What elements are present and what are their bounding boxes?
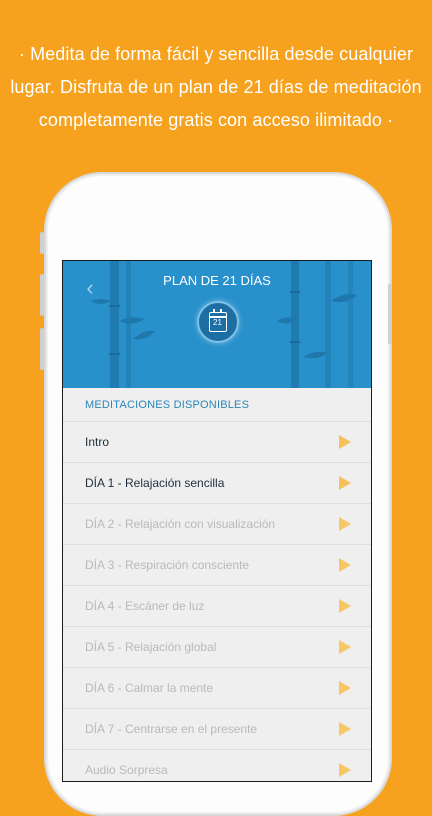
phone-mute-switch — [40, 232, 44, 254]
phone-volume-up — [40, 274, 44, 316]
list-item-label: DÍA 5 - Relajación global — [85, 639, 217, 654]
list-item[interactable]: DÍA 5 - Relajación global — [63, 626, 371, 667]
phone-volume-down — [40, 328, 44, 370]
calendar-badge: 21 — [197, 301, 239, 343]
play-icon[interactable] — [339, 722, 351, 736]
play-icon[interactable] — [339, 763, 351, 777]
play-icon[interactable] — [339, 558, 351, 572]
list-item-label: Audio Sorpresa — [85, 762, 168, 777]
promo-line-2: lugar. Disfruta de un plan de 21 días de… — [10, 77, 422, 97]
list-item-label: DÍA 4 - Escáner de luz — [85, 598, 205, 613]
list-item-label: Intro — [85, 434, 110, 449]
promo-line-1: · Medita de forma fácil y sencilla desde… — [18, 44, 414, 64]
play-icon[interactable] — [339, 681, 351, 695]
list-item[interactable]: DÍA 7 - Centrarse en el presente — [63, 708, 371, 749]
list-item-label: DÍA 1 - Relajación sencilla — [85, 475, 225, 490]
list-item-label: DÍA 3 - Respiración consciente — [85, 557, 250, 572]
list-item[interactable]: DÍA 3 - Respiración consciente — [63, 544, 371, 585]
list-item-label: DÍA 7 - Centrarse en el presente — [85, 721, 258, 736]
promo-text: · Medita de forma fácil y sencilla desde… — [0, 38, 432, 137]
list-item[interactable]: DÍA 1 - Relajación sencilla — [63, 462, 371, 503]
play-icon[interactable] — [339, 476, 351, 490]
phone-power-button — [388, 284, 392, 344]
list-item[interactable]: DÍA 4 - Escáner de luz — [63, 585, 371, 626]
app-screen: ‹ PLAN DE 21 DÍAS 21 MEDITACIONES DISPON… — [62, 260, 372, 782]
calendar-icon: 21 — [208, 309, 227, 332]
list-item-label: DÍA 2 - Relajación con visualización — [85, 516, 276, 531]
list-item-label: DÍA 6 - Calmar la mente — [85, 680, 214, 695]
list-item[interactable]: DÍA 6 - Calmar la mente — [63, 667, 371, 708]
promo-line-3: completamente gratis con acceso ilimitad… — [38, 110, 394, 130]
meditation-list: Intro DÍA 1 - Relajación sencilla DÍA 2 … — [63, 421, 371, 781]
list-item[interactable]: Intro — [63, 421, 371, 462]
play-icon[interactable] — [339, 599, 351, 613]
page-title: PLAN DE 21 DÍAS — [163, 273, 271, 288]
play-icon[interactable] — [339, 640, 351, 654]
list-item[interactable]: DÍA 2 - Relajación con visualización — [63, 503, 371, 544]
play-icon[interactable] — [339, 435, 351, 449]
calendar-day-number: 21 — [213, 318, 222, 327]
play-icon[interactable] — [339, 517, 351, 531]
section-title: MEDITACIONES DISPONIBLES — [85, 399, 250, 411]
plan-header: ‹ PLAN DE 21 DÍAS 21 — [63, 261, 371, 388]
